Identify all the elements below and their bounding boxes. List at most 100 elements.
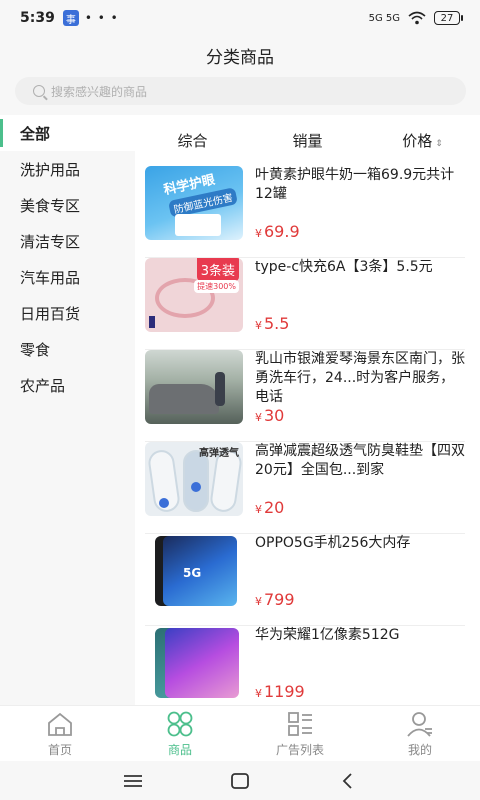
sidebar-item-snacks[interactable]: 零食 <box>0 331 135 367</box>
product-item[interactable]: 高弹透气 高弹减震超级透气防臭鞋垫【四双20元】全国包...到家 ¥20 <box>145 442 465 534</box>
thumb-tag: 提速300% <box>194 280 239 293</box>
insole-dot <box>191 482 201 492</box>
signal-icon: 5G 5G <box>368 12 400 24</box>
price-value: 69.9 <box>264 222 300 241</box>
sidebar-item-label: 全部 <box>20 124 51 143</box>
product-info: 高弹减震超级透气防臭鞋垫【四双20元】全国包...到家 ¥20 <box>255 442 465 533</box>
milk-box-image <box>175 214 221 236</box>
phone-front-image <box>165 628 239 698</box>
product-price: ¥69.9 <box>255 222 300 241</box>
back-icon <box>342 772 352 789</box>
product-title: 高弹减震超级透气防臭鞋垫【四双20元】全国包...到家 <box>255 443 465 478</box>
phone-front-image: 5G <box>163 536 237 606</box>
search-placeholder: 搜索感兴趣的商品 <box>51 84 148 99</box>
bottom-tab-bar: 首页 商品 广告列表 我的 <box>0 705 480 761</box>
tab-label: 我的 <box>407 743 432 757</box>
tab-label: 首页 <box>47 743 72 757</box>
product-thumbnail: 高弹透气 <box>145 442 243 516</box>
tab-profile[interactable]: 我的 <box>360 706 480 761</box>
product-title: 叶黄素护眼牛奶一箱69.9元共计12罐 <box>255 167 455 202</box>
currency-symbol: ¥ <box>255 687 262 700</box>
system-nav-bar <box>0 761 480 800</box>
sort-sales[interactable]: 销量 <box>250 130 365 151</box>
product-price: ¥20 <box>255 498 284 517</box>
sidebar-item-daily[interactable]: 日用百货 <box>0 295 135 331</box>
sidebar-item-label: 汽车用品 <box>20 268 81 287</box>
thumb-tag: 3条装 <box>196 258 239 281</box>
currency-symbol: ¥ <box>255 319 262 332</box>
sort-price[interactable]: 价格 ⇕ <box>365 130 480 151</box>
price-value: 20 <box>264 498 285 517</box>
user-icon <box>407 712 432 737</box>
sidebar-item-farm[interactable]: 农产品 <box>0 367 135 403</box>
sort-bar: 综合 销量 价格 ⇕ <box>135 115 480 165</box>
sort-label: 综合 <box>177 131 208 150</box>
status-dots: • • • <box>84 11 119 25</box>
product-thumbnail <box>145 350 243 424</box>
currency-symbol: ¥ <box>255 227 262 240</box>
insole-dot <box>159 498 169 508</box>
search-input[interactable]: 搜索感兴趣的商品 <box>15 77 466 105</box>
product-thumbnail: 3条装 提速300% <box>145 258 243 332</box>
category-sidebar: 全部 洗护用品 美食专区 清洁专区 汽车用品 日用百货 零食 农产品 <box>0 115 135 705</box>
product-item[interactable]: 华为荣耀1亿像素512G ¥1199 <box>145 626 465 705</box>
product-thumbnail <box>145 626 243 700</box>
search-icon <box>33 85 45 97</box>
sidebar-item-all[interactable]: 全部 <box>0 115 135 151</box>
product-price: ¥799 <box>255 590 295 609</box>
tab-label: 广告列表 <box>275 743 324 757</box>
status-right: 5G 5G 27 <box>368 11 463 25</box>
currency-symbol: ¥ <box>255 503 262 516</box>
sort-label: 价格 <box>402 131 433 150</box>
insole-image <box>183 450 209 512</box>
tab-label: 商品 <box>167 743 192 757</box>
tab-home[interactable]: 首页 <box>0 706 120 761</box>
menu-button[interactable] <box>118 769 148 793</box>
home-icon <box>48 712 72 736</box>
home-nav-button[interactable] <box>225 769 255 793</box>
person-image <box>215 372 225 406</box>
product-title: 华为荣耀1亿像素512G <box>255 627 400 643</box>
sidebar-item-toiletries[interactable]: 洗护用品 <box>0 151 135 187</box>
sidebar-item-label: 美食专区 <box>20 196 81 215</box>
product-item[interactable]: 科学护眼 防御蓝光伤害 叶黄素护眼牛奶一箱69.9元共计12罐 ¥69.9 <box>145 166 465 258</box>
product-title: type-c快充6A【3条】5.5元 <box>255 259 433 275</box>
product-item[interactable]: 3条装 提速300% type-c快充6A【3条】5.5元 ¥5.5 <box>145 258 465 350</box>
sidebar-item-label: 清洁专区 <box>20 232 81 251</box>
menu-icon <box>124 774 143 787</box>
product-title: OPPO5G手机256大内存 <box>255 535 411 551</box>
product-price: ¥5.5 <box>255 314 289 333</box>
sidebar-item-food[interactable]: 美食专区 <box>0 187 135 223</box>
product-info: 乳山市银滩爱琴海景东区南门，张勇洗车行，24...时为客户服务，电话 ¥30 <box>255 350 465 441</box>
product-info: 叶黄素护眼牛奶一箱69.9元共计12罐 ¥69.9 <box>255 166 465 257</box>
product-item[interactable]: 乳山市银滩爱琴海景东区南门，张勇洗车行，24...时为客户服务，电话 ¥30 <box>145 350 465 442</box>
price-value: 30 <box>264 406 285 425</box>
back-button[interactable] <box>332 769 362 793</box>
sidebar-item-label: 日用百货 <box>20 304 81 323</box>
list-icon <box>288 712 312 736</box>
sidebar-item-label: 农产品 <box>20 376 66 395</box>
thumb-badge <box>149 316 156 328</box>
product-info: 华为荣耀1亿像素512G ¥1199 <box>255 626 465 705</box>
tab-products[interactable]: 商品 <box>120 706 240 761</box>
sidebar-item-car[interactable]: 汽车用品 <box>0 259 135 295</box>
product-title: 乳山市银滩爱琴海景东区南门，张勇洗车行，24...时为客户服务，电话 <box>255 351 465 405</box>
sort-comprehensive[interactable]: 综合 <box>135 130 250 151</box>
sidebar-item-label: 洗护用品 <box>20 160 81 179</box>
app-notification-icon: 事 <box>62 10 79 26</box>
tab-ad-list[interactable]: 广告列表 <box>240 706 360 761</box>
currency-symbol: ¥ <box>255 595 262 608</box>
sidebar-item-cleaning[interactable]: 清洁专区 <box>0 223 135 259</box>
price-value: 799 <box>264 590 295 609</box>
product-item[interactable]: 5G OPPO5G手机256大内存 ¥799 <box>145 534 465 626</box>
status-bar: 5:39 事 • • • 5G 5G 27 <box>0 0 480 36</box>
sidebar-item-label: 零食 <box>20 340 51 359</box>
page-title: 分类商品 <box>0 36 480 74</box>
thumb-text: 5G <box>183 566 202 580</box>
currency-symbol: ¥ <box>255 411 262 424</box>
thumb-text: 高弹透气 <box>199 448 239 459</box>
product-price: ¥1199 <box>255 682 305 701</box>
price-value: 1199 <box>264 682 305 701</box>
car-image <box>149 384 219 414</box>
product-info: OPPO5G手机256大内存 ¥799 <box>255 534 465 625</box>
